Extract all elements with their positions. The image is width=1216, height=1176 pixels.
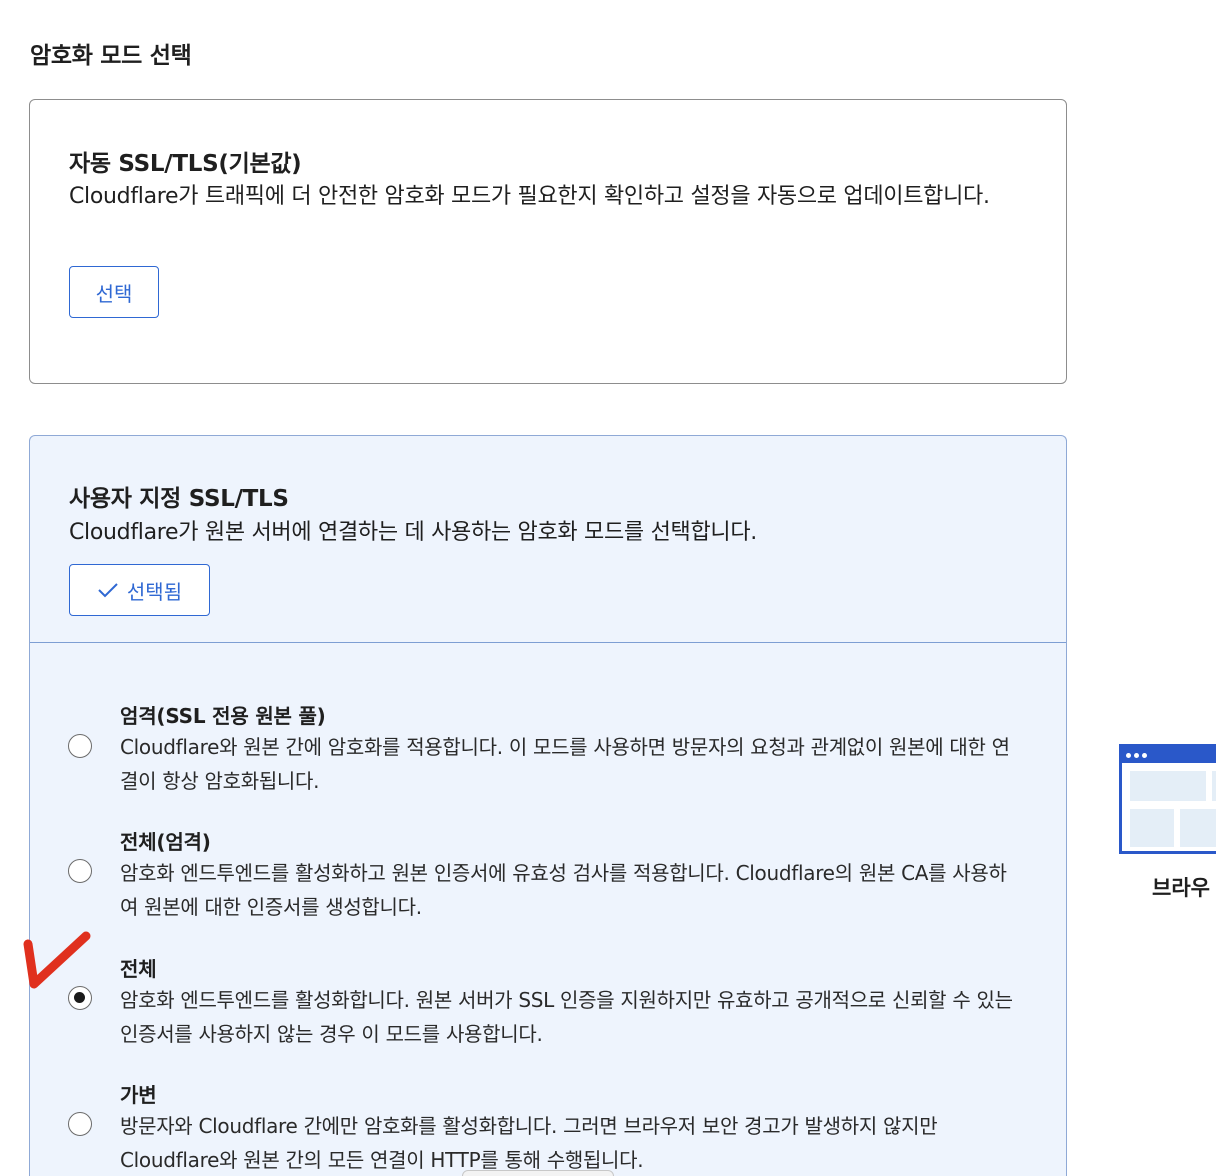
custom-ssl-selected-label: 선택됨 (126, 579, 183, 604)
custom-ssl-title: 사용자 지정 SSL/TLS (69, 486, 289, 512)
custom-ssl-description: Cloudflare가 원본 서버에 연결하는 데 사용하는 암호화 모드를 선… (69, 520, 757, 545)
option-title: 엄격(SSL 전용 원본 풀) (120, 704, 326, 728)
auto-ssl-card: 자동 SSL/TLS(기본값) Cloudflare가 트래픽에 더 안전한 암… (29, 99, 1067, 384)
checkmark-icon (97, 581, 119, 599)
option-description: Cloudflare와 원본 간에 암호화를 적용합니다. 이 모드를 사용하면… (120, 735, 1010, 793)
custom-ssl-selected-button[interactable]: 선택됨 (69, 564, 210, 616)
horizontal-scrollbar[interactable] (462, 1170, 614, 1176)
radio-strict-ssl-only[interactable] (68, 734, 92, 758)
auto-ssl-description: Cloudflare가 트래픽에 더 안전한 암호화 모드가 필요한지 확인하고… (69, 184, 990, 209)
option-description: 암호화 엔드투엔드를 활성화합니다. 원본 서버가 SSL 인증을 지원하지만 … (120, 988, 1013, 1046)
radio-full-strict[interactable] (68, 859, 92, 883)
auto-ssl-select-label: 선택 (95, 281, 133, 306)
option-title: 전체 (120, 957, 157, 981)
card-divider (30, 642, 1066, 643)
option-title: 전체(엄격) (120, 830, 211, 854)
browser-window-icon (1119, 744, 1216, 854)
browser-titlebar (1122, 747, 1216, 763)
option-title: 가변 (120, 1083, 157, 1107)
auto-ssl-select-button[interactable]: 선택 (69, 266, 159, 318)
section-title: 암호화 모드 선택 (30, 43, 192, 69)
option-description: 방문자와 Cloudflare 간에만 암호화를 활성화합니다. 그러면 브라우… (120, 1114, 938, 1172)
custom-ssl-card: 사용자 지정 SSL/TLS Cloudflare가 원본 서버에 연결하는 데… (29, 435, 1067, 1176)
radio-flexible[interactable] (68, 1112, 92, 1136)
browser-label: 브라우 (1152, 876, 1210, 900)
ssl-tls-settings-page: 암호화 모드 선택 자동 SSL/TLS(기본값) Cloudflare가 트래… (0, 0, 1216, 1176)
option-description: 암호화 엔드투엔드를 활성화하고 원본 인증서에 유효성 검사를 적용합니다. … (120, 861, 1007, 919)
red-checkmark-annotation-icon (20, 930, 92, 996)
auto-ssl-title: 자동 SSL/TLS(기본값) (69, 151, 302, 177)
